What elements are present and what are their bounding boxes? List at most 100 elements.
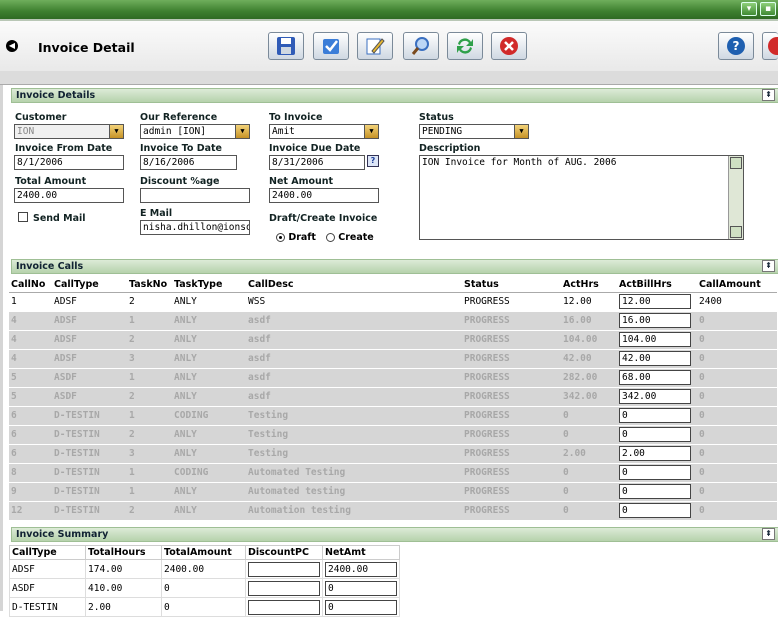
column-header[interactable]: Status <box>462 278 561 293</box>
table-cell: asdf <box>246 387 462 407</box>
help-button[interactable]: ? <box>718 32 754 60</box>
table-row[interactable]: 5 ASDF 1 ANLY asdf PROGRESS 282.00 68.00 0 <box>9 368 777 388</box>
customer-select[interactable]: ION ▼ <box>14 124 124 139</box>
table-cell: 1 <box>127 311 172 331</box>
table-row[interactable]: 4 ADSF 1 ANLY asdf PROGRESS 16.00 16.00 0 <box>9 311 777 331</box>
edit-button[interactable] <box>357 32 393 60</box>
column-header[interactable]: TaskType <box>172 278 246 293</box>
scroll-up-button[interactable] <box>730 157 742 169</box>
column-header: TotalHours <box>85 545 162 560</box>
table-row[interactable]: 8 D-TESTIN 1 CODING Automated Testing PROGRES… <box>9 463 777 483</box>
status-select[interactable]: PENDING ▼ <box>419 124 529 139</box>
table-cell: WSS <box>246 292 462 312</box>
table-row[interactable]: 4 ADSF 2 ANLY asdf PROGRESS 104.00 104.00 0 <box>9 330 777 350</box>
table-cell: 1 <box>127 406 172 426</box>
table-row[interactable]: 1 ADSF 2 ANLY WSS PROGRESS 12.00 12.00 2400 <box>9 292 777 312</box>
search-button[interactable] <box>403 32 439 60</box>
act-bill-hrs-input[interactable]: 0 <box>619 465 691 480</box>
approve-button[interactable] <box>313 32 349 60</box>
collapse-icon[interactable]: ⇞ <box>762 528 775 540</box>
table-cell: 0 <box>161 578 246 598</box>
from-date-input[interactable]: 8/1/2006 <box>14 155 124 170</box>
net-amt-input[interactable]: 0 <box>325 599 397 615</box>
table-cell: PROGRESS <box>462 444 561 464</box>
net-amt-input[interactable]: 0 <box>325 580 397 596</box>
column-header[interactable]: CallDesc <box>246 278 462 293</box>
table-cell: 2 <box>127 387 172 407</box>
act-bill-hrs-input[interactable]: 0 <box>619 503 691 518</box>
discount-pc-input[interactable] <box>248 580 320 596</box>
exit-button[interactable] <box>762 32 778 60</box>
act-bill-hrs-input[interactable]: 0 <box>619 484 691 499</box>
due-date-label: Invoice Due Date <box>269 143 361 154</box>
table-cell: 4 <box>9 311 52 331</box>
our-reference-label: Our Reference <box>140 112 218 123</box>
table-row[interactable]: 5 ASDF 2 ANLY asdf PROGRESS 342.00 342.00 0 <box>9 387 777 407</box>
back-icon[interactable]: ◀ <box>6 40 18 52</box>
table-cell: ANLY <box>172 349 246 369</box>
date-help-icon[interactable]: ? <box>367 155 379 167</box>
table-cell: asdf <box>246 330 462 350</box>
table-cell: 42.00 <box>617 349 697 369</box>
act-bill-hrs-input[interactable]: 68.00 <box>619 370 691 385</box>
table-cell: 2 <box>127 501 172 521</box>
table-cell: 2 <box>127 330 172 350</box>
table-cell: 5 <box>9 387 52 407</box>
table-cell: 4 <box>9 330 52 350</box>
net-amt-input[interactable]: 2400.00 <box>325 561 397 577</box>
our-reference-select[interactable]: admin [ION] ▼ <box>140 124 250 139</box>
minimize-button[interactable]: ▾ <box>741 2 757 16</box>
page-title: Invoice Detail <box>38 40 135 55</box>
table-row[interactable]: 6 D-TESTIN 1 CODING Testing PROGRESS 0 0 0 <box>9 406 777 426</box>
table-cell: 104.00 <box>617 330 697 350</box>
act-bill-hrs-input[interactable]: 42.00 <box>619 351 691 366</box>
total-amount-input[interactable]: 2400.00 <box>14 188 124 203</box>
collapse-icon[interactable]: ⇞ <box>762 89 775 101</box>
act-bill-hrs-input[interactable]: 12.00 <box>619 294 691 309</box>
column-header[interactable]: CallNo <box>9 278 52 293</box>
column-header[interactable]: CallAmount <box>697 278 777 293</box>
table-cell: 12.00 <box>561 292 617 312</box>
scrollbar[interactable] <box>728 156 743 239</box>
discount-pc-input[interactable] <box>248 599 320 615</box>
net-amount-input[interactable]: 2400.00 <box>269 188 379 203</box>
column-header[interactable]: TaskNo <box>127 278 172 293</box>
table-row[interactable]: 6 D-TESTIN 2 ANLY Testing PROGRESS 0 0 0 <box>9 425 777 445</box>
create-radio[interactable] <box>325 233 335 242</box>
table-row[interactable]: 12 D-TESTIN 2 ANLY Automation testing PROGRES… <box>9 501 777 521</box>
act-bill-hrs-input[interactable]: 2.00 <box>619 446 691 461</box>
act-bill-hrs-input[interactable]: 0 <box>619 427 691 442</box>
table-cell: 0 <box>617 425 697 445</box>
table-row[interactable]: 9 D-TESTIN 1 ANLY Automated testing PROGRESS 0… <box>9 482 777 502</box>
discount-pc-input[interactable] <box>248 561 320 577</box>
draft-radio[interactable] <box>276 233 285 242</box>
column-header[interactable]: ActHrs <box>561 278 617 293</box>
scroll-down-button[interactable] <box>730 226 742 238</box>
invoice-calls-table: CallNo CallType TaskNo TaskType CallDesc Stat… <box>9 278 777 521</box>
table-header-row: CallType TotalHours TotalAmount DiscountPC N… <box>9 545 400 560</box>
cancel-button[interactable] <box>491 32 527 60</box>
to-date-input[interactable]: 8/16/2006 <box>140 155 237 170</box>
table-row[interactable]: 6 D-TESTIN 3 ANLY Testing PROGRESS 2.00 2.00 0 <box>9 444 777 464</box>
send-mail-checkbox[interactable] <box>18 212 28 222</box>
collapse-icon[interactable]: ⇞ <box>762 260 775 272</box>
table-row[interactable]: 4 ADSF 3 ANLY asdf PROGRESS 42.00 42.00 0 <box>9 349 777 369</box>
act-bill-hrs-input[interactable]: 0 <box>619 408 691 423</box>
discount-input[interactable] <box>140 188 250 203</box>
description-textarea[interactable]: ION Invoice for Month of AUG. 2006 <box>419 155 744 240</box>
act-bill-hrs-input[interactable]: 16.00 <box>619 313 691 328</box>
act-bill-hrs-input[interactable]: 342.00 <box>619 389 691 404</box>
act-bill-hrs-input[interactable]: 104.00 <box>619 332 691 347</box>
refresh-button[interactable] <box>447 32 483 60</box>
table-cell: PROGRESS <box>462 387 561 407</box>
due-date-input[interactable]: 8/31/2006 <box>269 155 365 170</box>
to-invoice-select[interactable]: Amit ▼ <box>269 124 379 139</box>
restore-button[interactable]: ▪ <box>760 2 776 16</box>
column-header[interactable]: CallType <box>52 278 127 293</box>
table-cell: 342.00 <box>617 387 697 407</box>
email-input[interactable]: nisha.dhillon@ionsoft <box>140 220 250 235</box>
customer-label: Customer <box>15 112 67 123</box>
column-header[interactable]: ActBillHrs <box>617 278 697 293</box>
table-cell: 0 <box>617 406 697 426</box>
save-button[interactable] <box>268 32 304 60</box>
